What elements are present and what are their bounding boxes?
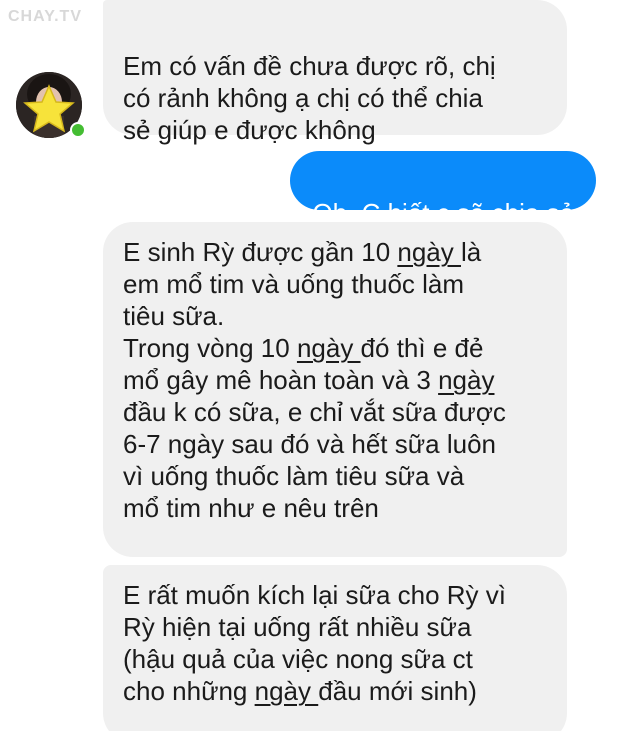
message-bubble-incoming[interactable]: E sinh Rỳ được gần 10 ngày là em mổ tim … [103, 222, 567, 557]
message-text: đầu k có sữa, e chỉ vắt sữa được 6-7 ngà… [123, 397, 506, 523]
message-bubble-outgoing[interactable]: Oh. C biết c sẽ chia sẻ [290, 151, 596, 228]
watermark: CHAY.TV [8, 8, 82, 25]
message-text: Em có vấn đề chưa được rõ, chị có rảnh k… [123, 51, 496, 145]
online-status-dot [70, 122, 86, 138]
messenger-conversation: CHAY.TV Em có vấn đề chưa được rõ, chị c… [0, 0, 640, 731]
message-bubble-incoming[interactable]: E rất muốn kích lại sữa cho Rỳ vì Rỳ hiệ… [103, 565, 567, 731]
message-bubble-incoming[interactable]: Em có vấn đề chưa được rõ, chị có rảnh k… [103, 0, 567, 145]
underlined-word: ngày [296, 333, 361, 363]
message-text: đầu mới sinh) [318, 676, 477, 706]
underlined-word: ngày [397, 237, 461, 267]
underlined-word: ngày [254, 676, 319, 706]
underlined-word: ngày [438, 365, 495, 395]
message-text: E sinh Rỳ được gần 10 [123, 237, 398, 267]
